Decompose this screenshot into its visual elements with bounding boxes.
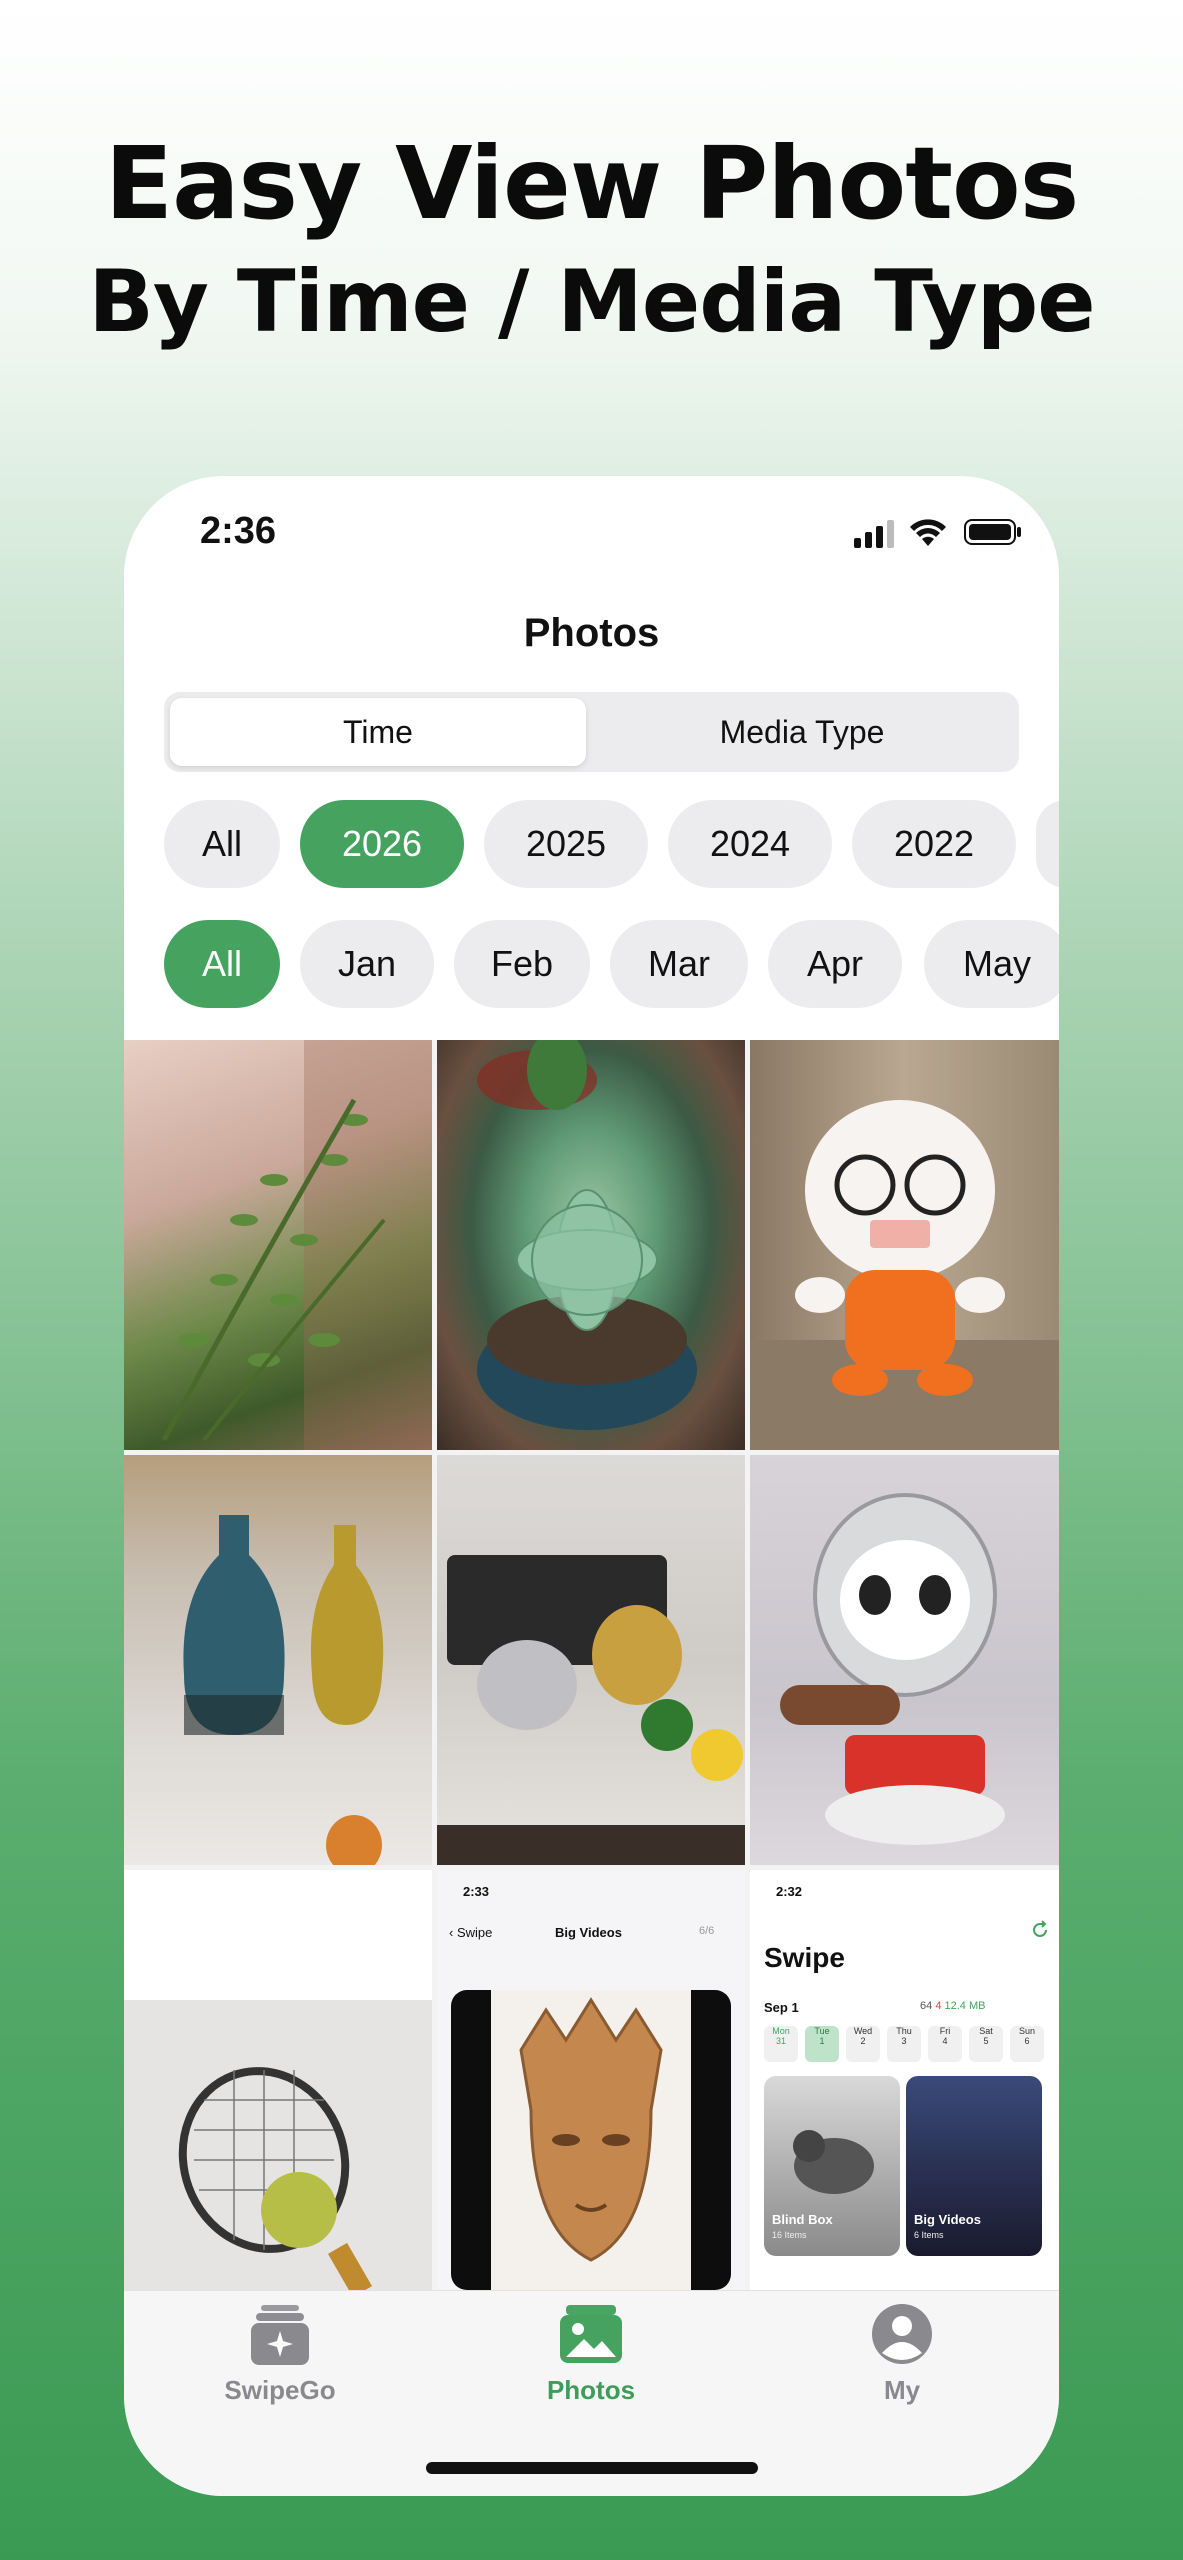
month-chip-may[interactable]: May	[924, 920, 1059, 1008]
mini-day: Thu 3	[887, 2026, 921, 2062]
tab-label: My	[883, 2375, 921, 2405]
mini-stat-deleted: 4	[935, 2000, 942, 2012]
year-chip-overflow[interactable]	[1036, 800, 1059, 888]
mini-status-time: 2:32	[776, 1884, 803, 1899]
segment-media-type[interactable]: Media Type	[592, 698, 1012, 766]
month-chip-all[interactable]: All	[164, 920, 280, 1008]
mini-day-dow: Sat	[979, 2026, 993, 2036]
tab-photos[interactable]: Photos	[471, 2301, 711, 2406]
signal-icon	[854, 520, 894, 548]
photos-icon	[560, 2305, 622, 2363]
mini-day: Wed 2	[846, 2026, 880, 2062]
mini-day: Fri 4	[928, 2026, 962, 2062]
mini-day-num: 4	[942, 2036, 948, 2046]
photo-tile[interactable]	[750, 1455, 1059, 1865]
refresh-icon	[1033, 1920, 1047, 1937]
photo-tile[interactable]	[124, 1040, 432, 1450]
plush-toy-illustration	[750, 1100, 1059, 1450]
mini-day-num: 1	[819, 2036, 825, 2046]
mini-day-num: 3	[901, 2036, 907, 2046]
tab-my[interactable]: My	[782, 2301, 1022, 2406]
year-chip-2022[interactable]: 2022	[852, 800, 1016, 888]
mini-stats: 64 4 12.4 MB	[920, 2000, 985, 2012]
view-mode-segmented-control: Time Media Type	[164, 692, 1019, 772]
month-chip-mar[interactable]: Mar	[610, 920, 748, 1008]
video-preview	[451, 1990, 731, 2290]
photo-tile[interactable]	[750, 1040, 1059, 1450]
panda-mascot-illustration	[780, 1493, 1005, 1845]
mini-title: Big Videos	[555, 1925, 622, 1940]
mini-date: Sep 1	[764, 2000, 799, 2015]
mini-stat-views: 64	[920, 2000, 933, 2012]
mini-stat-size: 12.4 MB	[944, 2000, 986, 2012]
mini-card-title: Big Videos	[914, 2212, 981, 2227]
wifi-icon	[910, 519, 946, 546]
mini-card-big-videos: Big Videos 6 Items	[906, 2076, 1042, 2256]
mini-card-title: Blind Box	[772, 2212, 833, 2227]
succulent-plant-illustration	[161, 1040, 432, 1450]
page-title: Photos	[523, 611, 660, 655]
mini-counter: 6/6	[699, 1925, 715, 1937]
photo-tile[interactable]	[124, 1870, 432, 2290]
year-chip-all[interactable]: All	[164, 800, 280, 888]
month-chip-feb[interactable]: Feb	[454, 920, 590, 1008]
mini-day-num: 6	[1024, 2036, 1030, 2046]
segment-time[interactable]: Time	[170, 698, 586, 766]
cat-illustration	[793, 2130, 874, 2194]
photo-tile[interactable]	[437, 1040, 745, 1450]
tab-label: Photos	[546, 2375, 636, 2405]
mini-status-time: 2:33	[463, 1884, 490, 1899]
potted-succulent-illustration	[477, 1040, 697, 1430]
year-chip-2024[interactable]: 2024	[668, 800, 832, 888]
mini-day-num: 31	[775, 2036, 786, 2046]
figurines-illustration	[437, 1555, 745, 1865]
battery-icon	[964, 519, 1021, 545]
mini-day-num: 2	[860, 2036, 866, 2046]
mini-week-strip: Mon 31 Tue 1 Wed 2 Thu 3 Fri 4 Sat 5 Sun 6	[764, 2026, 1054, 2062]
mini-day-dow: Sun	[1018, 2026, 1035, 2036]
mini-back-label: ‹ Swipe	[449, 1925, 493, 1940]
mini-card-sub: 6 Items	[914, 2230, 944, 2240]
status-time: 2:36	[200, 510, 277, 552]
headline-line-1: Easy View Photos	[104, 125, 1079, 242]
cards-sparkle-icon	[251, 2305, 309, 2365]
year-chip-2025[interactable]: 2025	[484, 800, 648, 888]
mini-day-dow: Mon	[772, 2026, 790, 2036]
mask-illustration	[491, 1990, 691, 2290]
photo-tile[interactable]	[124, 1455, 432, 1865]
mini-day: Sat 5	[969, 2026, 1003, 2062]
mini-back-text: Swipe	[456, 1925, 493, 1940]
headline-line-2: By Time / Media Type	[88, 252, 1095, 352]
mini-day-dow: Fri	[939, 2026, 951, 2036]
mini-day-num: 5	[983, 2036, 989, 2046]
vases-illustration	[183, 1515, 384, 1865]
tab-swipego[interactable]: SwipeGo	[160, 2301, 400, 2406]
month-chip-apr[interactable]: Apr	[768, 920, 902, 1008]
tennis-racket-illustration	[124, 2000, 432, 2290]
person-icon	[872, 2304, 932, 2364]
mini-day-dow: Wed	[853, 2026, 873, 2036]
year-chip-2026[interactable]: 2026	[300, 800, 464, 888]
mini-card-sub: 16 Items	[772, 2230, 807, 2240]
mini-day: Tue 1	[805, 2026, 839, 2062]
mini-card-blind-box: Blind Box 16 Items	[764, 2076, 900, 2256]
mini-day: Sun 6	[1010, 2026, 1044, 2062]
mini-title: Swipe	[764, 1942, 845, 1973]
mini-day-dow: Thu	[896, 2026, 912, 2036]
mini-day: Mon 31	[764, 2026, 798, 2062]
photo-tile-screenshot-big-videos[interactable]: 2:33 ‹ Swipe Big Videos 6/6	[437, 1870, 745, 2290]
photo-grid: 2:33 ‹ Swipe Big Videos 6/6 2:32 Swipe S…	[124, 1040, 1059, 2290]
phone-screen: 2:36 Photos Time Media Type All 2026 202…	[124, 476, 1059, 2496]
photo-tile[interactable]	[437, 1455, 745, 1865]
month-chip-jan[interactable]: Jan	[300, 920, 434, 1008]
photo-tile-screenshot-swipe[interactable]: 2:32 Swipe Sep 1 64 4 12.4 MB Mon 31 Tue 1…	[750, 1870, 1059, 2290]
home-indicator[interactable]	[426, 2462, 758, 2474]
mini-day-dow: Tue	[814, 2026, 830, 2036]
tab-label: SwipeGo	[224, 2375, 336, 2405]
